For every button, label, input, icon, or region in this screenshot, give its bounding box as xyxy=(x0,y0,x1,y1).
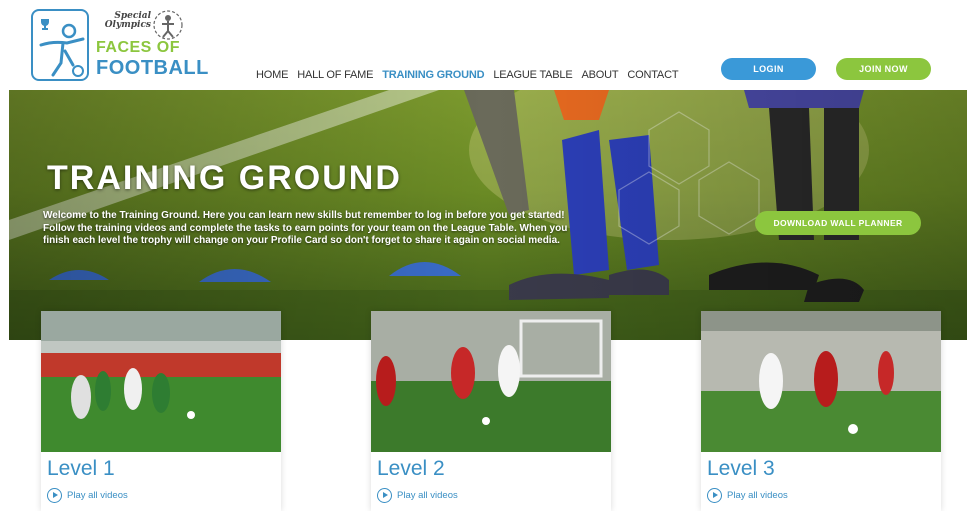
play-all-label: Play all videos xyxy=(727,490,788,501)
page-title: TRAINING GROUND xyxy=(47,159,402,197)
play-circle-icon xyxy=(707,488,722,503)
level-card-1[interactable]: Level 1 Play all videos xyxy=(41,311,281,511)
main-nav: HOME HALL OF FAME TRAINING GROUND LEAGUE… xyxy=(256,69,679,81)
level-3-title: Level 3 xyxy=(707,457,775,480)
nav-contact[interactable]: CONTACT xyxy=(627,69,678,81)
level-1-play-all-link[interactable]: Play all videos xyxy=(47,488,128,503)
level-3-photo xyxy=(701,311,941,452)
footballer-logo-icon xyxy=(39,19,85,77)
login-button[interactable]: LOGIN xyxy=(721,58,816,80)
download-wall-planner-button[interactable]: DOWNLOAD WALL PLANNER xyxy=(755,211,921,235)
play-circle-icon xyxy=(377,488,392,503)
nav-training-ground[interactable]: TRAINING GROUND xyxy=(382,69,484,81)
hero-banner: TRAINING GROUND Welcome to the Training … xyxy=(9,90,967,340)
special-olympics-emblem-icon xyxy=(153,10,183,40)
nav-hall-of-fame[interactable]: HALL OF FAME xyxy=(297,69,373,81)
hero-description: Welcome to the Training Ground. Here you… xyxy=(43,210,568,246)
nav-league-table[interactable]: LEAGUE TABLE xyxy=(493,69,572,81)
level-card-2[interactable]: Level 2 Play all videos xyxy=(371,311,611,511)
site-header: Special Olympics FACES OF FOOTBALL HOME … xyxy=(0,0,967,90)
play-all-label: Play all videos xyxy=(67,490,128,501)
play-circle-icon xyxy=(47,488,62,503)
play-all-label: Play all videos xyxy=(397,490,458,501)
nav-about[interactable]: ABOUT xyxy=(581,69,618,81)
brand-line-1: FACES OF xyxy=(96,39,181,56)
join-now-button[interactable]: JOIN NOW xyxy=(836,58,931,80)
level-2-photo xyxy=(371,311,611,452)
brand-line-2: FOOTBALL xyxy=(96,57,209,79)
level-1-title: Level 1 xyxy=(47,457,115,480)
level-2-title: Level 2 xyxy=(377,457,445,480)
level-card-3[interactable]: Level 3 Play all videos xyxy=(701,311,941,511)
level-3-play-all-link[interactable]: Play all videos xyxy=(707,488,788,503)
level-1-photo xyxy=(41,311,281,452)
level-2-play-all-link[interactable]: Play all videos xyxy=(377,488,458,503)
nav-home[interactable]: HOME xyxy=(256,69,288,81)
special-olympics-wordmark: Special Olympics xyxy=(104,11,151,30)
faces-of-football-logo-icon[interactable] xyxy=(31,9,89,81)
